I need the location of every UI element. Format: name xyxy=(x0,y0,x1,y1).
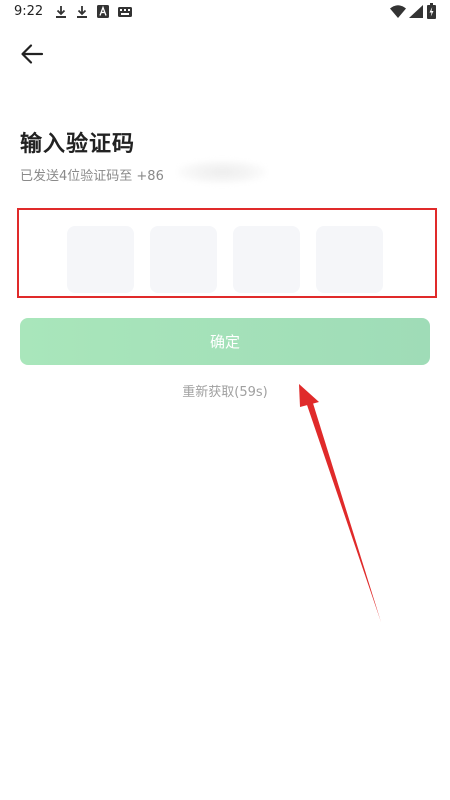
back-button[interactable] xyxy=(18,42,46,66)
keyboard-icon xyxy=(118,7,132,17)
status-bar: 9:22 xyxy=(0,0,450,24)
status-time: 9:22 xyxy=(14,4,44,19)
screen: 9:22 输入验证码 已发送4位验证码至 +86 确定 重新获取(59s) xyxy=(0,0,450,800)
code-input-cell-4[interactable] xyxy=(316,226,383,293)
battery-icon xyxy=(427,3,436,19)
wifi-icon xyxy=(390,5,406,18)
arrow-left-icon xyxy=(21,44,44,64)
confirm-button[interactable]: 确定 xyxy=(20,318,430,365)
resend-code-link[interactable]: 重新获取(59s) xyxy=(0,381,450,400)
redacted-phone-number xyxy=(178,160,266,184)
font-icon xyxy=(97,5,109,18)
sent-hint: 已发送4位验证码至 +86 xyxy=(20,169,164,184)
code-input-cell-2[interactable] xyxy=(150,226,217,293)
code-input-cell-3[interactable] xyxy=(233,226,300,293)
page-title: 输入验证码 xyxy=(20,132,136,157)
download-icon xyxy=(77,6,87,18)
annotation-arrow xyxy=(299,384,381,622)
download-icon xyxy=(56,6,66,18)
signal-icon xyxy=(409,5,423,18)
code-input-cell-1[interactable] xyxy=(67,226,134,293)
